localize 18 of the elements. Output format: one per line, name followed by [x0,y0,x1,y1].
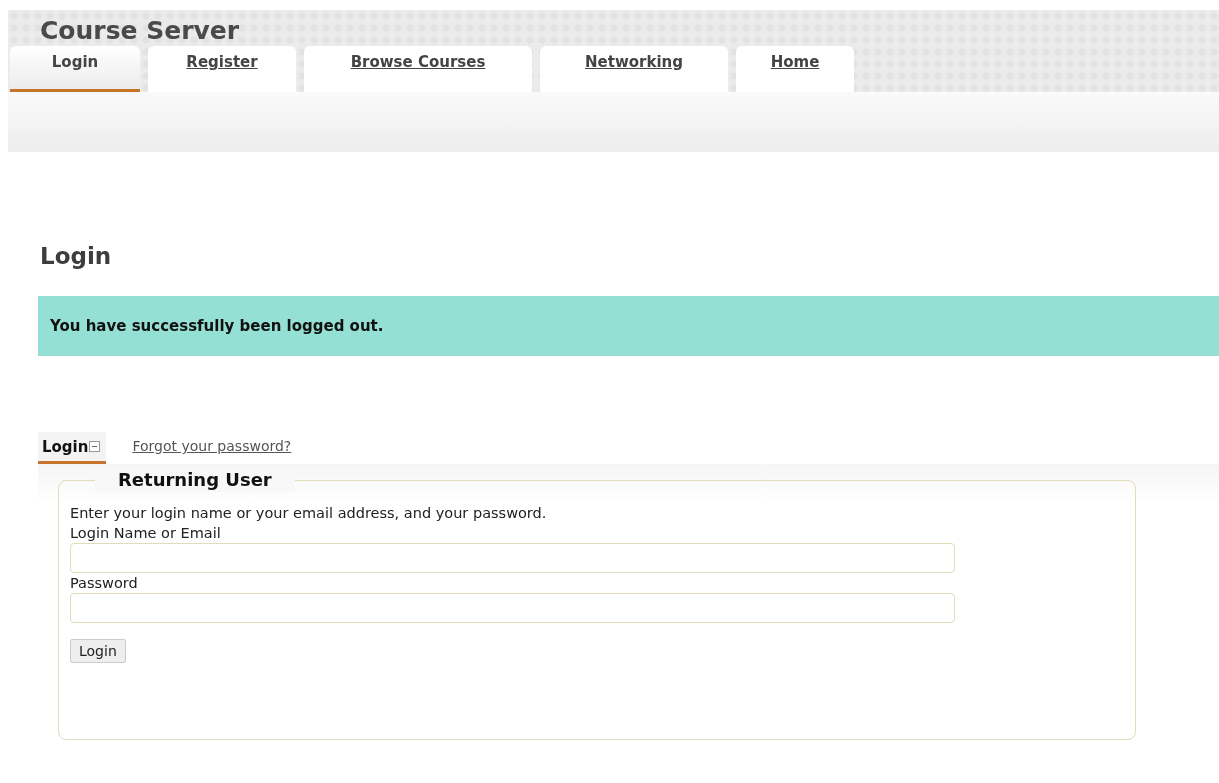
nav-tab[interactable]: Networking [540,46,728,92]
nav-tab[interactable]: Browse Courses [304,46,532,92]
tab-label[interactable]: Login [42,437,89,456]
site-title: Course Server [39,15,241,46]
collapse-icon[interactable] [89,441,101,452]
nav-tab[interactable]: Register [148,46,296,92]
form-tab[interactable]: Login [38,432,107,464]
login-button[interactable]: Login [70,639,126,663]
forgot-password-link[interactable]: Forgot your password? [132,432,292,464]
field-label: Password [70,574,139,593]
input-field[interactable] [70,593,955,623]
field-label: Login Name or Email [70,524,222,543]
nav-tab[interactable]: Login [10,46,140,92]
success-message: You have successfully been logged out. [38,296,1219,356]
nav-tab[interactable]: Home [736,46,854,92]
instructions-text: Enter your login name or your email address, and your password. [70,504,548,523]
page-heading: Login [40,242,113,271]
input-field[interactable] [70,543,955,573]
